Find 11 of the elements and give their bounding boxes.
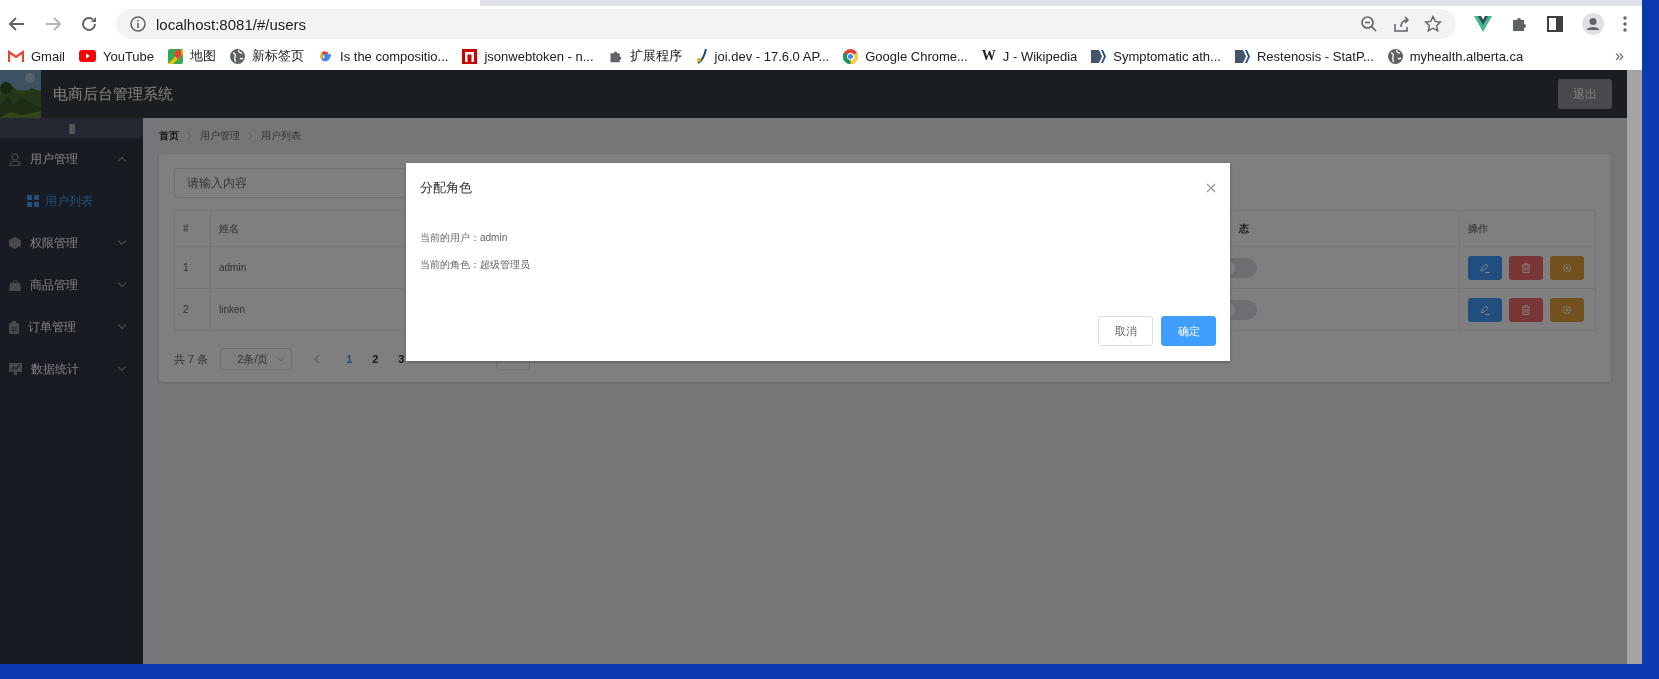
wiki-icon: W (981, 48, 996, 64)
app-title: 电商后台管理系统 (53, 84, 173, 104)
table-cell: 2 (175, 289, 211, 330)
dialog-text: 当前的用户：admin (420, 231, 509, 245)
total-count: 共 7 条 (174, 351, 209, 367)
breadcrumb-item: 用户列表 (261, 129, 301, 143)
table-cell: 1 (175, 247, 211, 288)
dialog-title: 分配角色 (420, 179, 472, 197)
dialog-text: 当前的角色：超级管理员 (420, 258, 531, 272)
column-header: # (175, 211, 211, 246)
breadcrumb-item: 用户管理 (200, 129, 240, 143)
